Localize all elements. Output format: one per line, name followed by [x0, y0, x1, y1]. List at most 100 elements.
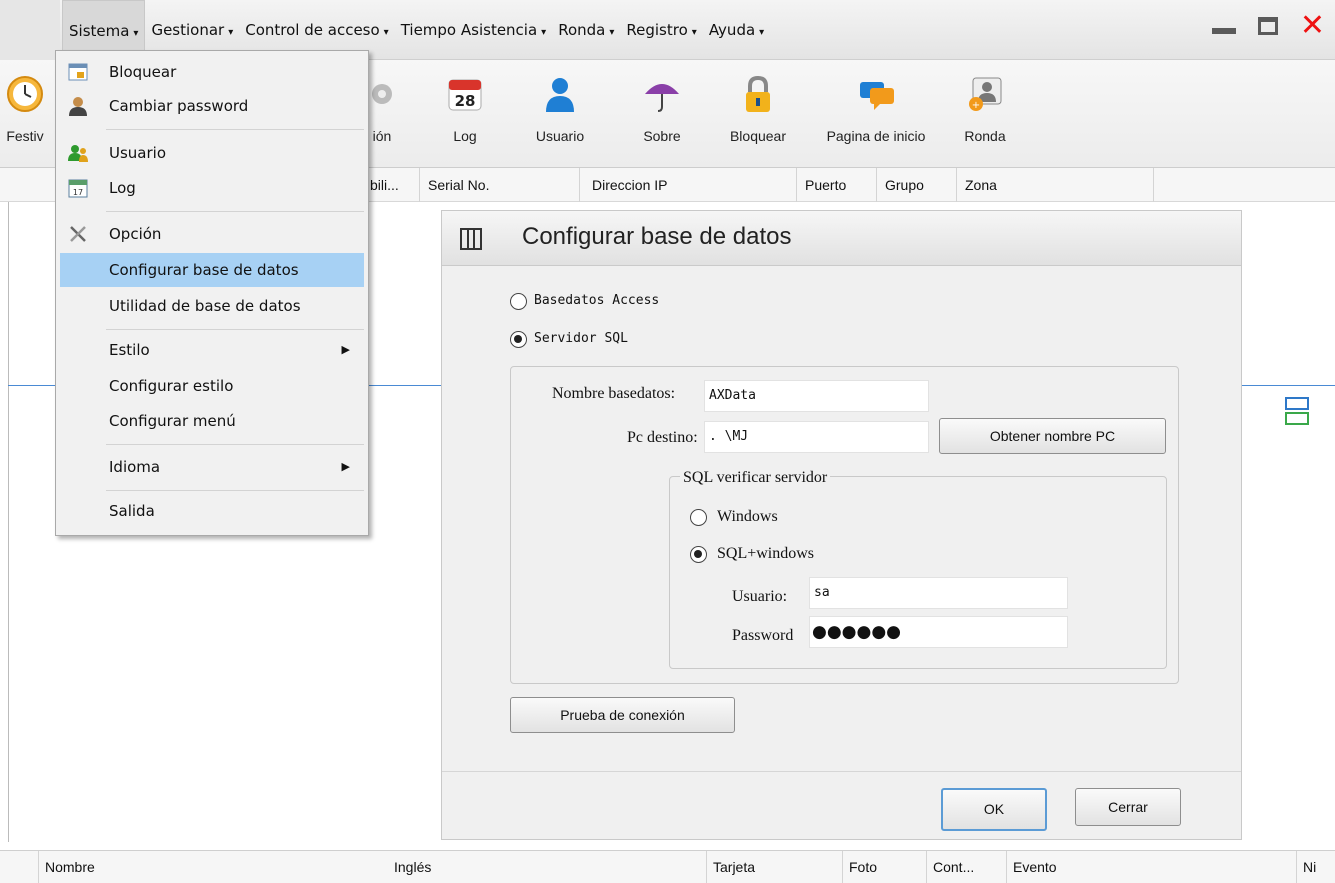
column-header-serial[interactable]: Serial No.	[420, 168, 580, 202]
toolbar-log-button[interactable]: 28 Log	[440, 74, 490, 144]
panel-splitter-right[interactable]	[1242, 385, 1335, 386]
svg-text:+: +	[972, 100, 980, 111]
menu-item-cambiar-password[interactable]: Cambiar password	[60, 89, 364, 123]
sql-verify-group-label: SQL verificar servidor	[680, 469, 831, 487]
toolbar-pagina-inicio-label: Pagina de inicio	[826, 128, 926, 144]
minimize-icon[interactable]	[1211, 28, 1236, 34]
column-header-ingles[interactable]: Inglés	[388, 851, 706, 883]
cerrar-button[interactable]: Cerrar	[1075, 788, 1181, 826]
clock-icon	[7, 76, 43, 112]
chevron-down-icon: ▾	[541, 27, 547, 38]
submenu-arrow-icon: ▶	[341, 460, 350, 473]
chevron-down-icon: ▾	[609, 27, 615, 38]
menu-item-configurar-base-datos-label: Configurar base de datos	[109, 261, 299, 279]
column-header-zona[interactable]: Zona	[957, 168, 1154, 202]
menu-item-bloquear-label: Bloquear	[109, 63, 177, 81]
lock-screen-icon	[68, 63, 88, 81]
chevron-down-icon: ▾	[133, 28, 139, 39]
menu-item-opcion-label: Opción	[109, 225, 162, 243]
radio-sql-windows-auth[interactable]	[690, 546, 707, 563]
dialog-footer-divider	[442, 771, 1241, 772]
usuario-label: Usuario:	[732, 588, 788, 605]
usuario-input[interactable]: sa	[809, 577, 1068, 609]
toolbar-festivo-label: Festiv	[6, 128, 44, 144]
dialog-titlebar[interactable]: Configurar base de datos	[442, 211, 1241, 266]
toolbar-pagina-inicio-button[interactable]: Pagina de inicio	[815, 74, 937, 144]
menu-control-acceso[interactable]: Control de acceso ▾	[239, 21, 394, 39]
test-connection-button[interactable]: Prueba de conexión	[510, 697, 735, 733]
database-config-dialog: Configurar base de datos Basedatos Acces…	[441, 210, 1242, 840]
column-header-nombre[interactable]: Nombre	[38, 851, 388, 883]
menu-item-idioma[interactable]: Idioma ▶	[60, 450, 364, 484]
password-label: Password	[732, 627, 794, 644]
menu-item-cambiar-password-label: Cambiar password	[109, 97, 249, 115]
column-header-ip[interactable]: Direccion IP	[580, 168, 797, 202]
password-input[interactable]: ●●●●●●	[809, 616, 1068, 648]
submenu-arrow-icon: ▶	[341, 343, 350, 356]
column-header-foto[interactable]: Foto	[842, 851, 926, 883]
menu-separator	[106, 129, 364, 130]
users-icon	[68, 145, 88, 162]
chevron-down-icon: ▾	[691, 27, 697, 38]
menu-item-estilo[interactable]: Estilo ▶	[60, 333, 364, 367]
toolbar-bloquear-label: Bloquear	[729, 128, 787, 144]
chevron-down-icon: ▾	[228, 27, 234, 38]
close-icon[interactable]: ✕	[1300, 11, 1325, 41]
column-header-habilitado[interactable]: bili...	[362, 168, 420, 202]
toolbar-festivo-button[interactable]: Festiv	[0, 74, 50, 144]
pc-destino-label: Pc destino:	[627, 429, 698, 446]
toolbar-usuario-button[interactable]: Usuario	[530, 74, 590, 144]
menu-item-configurar-estilo[interactable]: Configurar estilo	[60, 369, 364, 403]
door-icon	[460, 228, 482, 250]
radio-access-database[interactable]	[510, 293, 527, 310]
event-table-header: Nombre Inglés Tarjeta Foto Cont... Event…	[0, 850, 1335, 883]
radio-windows-auth[interactable]	[690, 509, 707, 526]
menu-item-log[interactable]: 17 Log	[60, 171, 364, 205]
menu-registro[interactable]: Registro ▾	[620, 21, 702, 39]
left-frame-divider	[8, 202, 9, 842]
column-header-tarjeta[interactable]: Tarjeta	[706, 851, 842, 883]
calendar-icon: 17	[68, 179, 88, 198]
ok-button[interactable]: OK	[941, 788, 1047, 831]
toolbar-sobre-label: Sobre	[643, 128, 681, 144]
radio-sql-server[interactable]	[510, 331, 527, 348]
menu-item-configurar-base-datos[interactable]: Configurar base de datos	[60, 253, 364, 287]
pc-destino-input[interactable]: . \MJ	[704, 421, 929, 453]
menu-item-opcion[interactable]: Opción	[60, 217, 364, 251]
menu-separator	[106, 329, 364, 330]
chevron-down-icon: ▾	[759, 27, 765, 38]
layout-toggle-icon[interactable]	[1285, 396, 1309, 426]
menu-item-log-label: Log	[109, 179, 136, 197]
maximize-icon[interactable]	[1257, 17, 1278, 35]
menu-gestionar[interactable]: Gestionar ▾	[145, 21, 239, 39]
menu-tiempo-asistencia[interactable]: Tiempo Asistencia ▾	[395, 21, 553, 39]
column-header-puerto[interactable]: Puerto	[797, 168, 877, 202]
toolbar-log-label: Log	[453, 128, 477, 144]
calendar-icon: 28	[448, 79, 482, 111]
get-pc-name-button[interactable]: Obtener nombre PC	[939, 418, 1166, 454]
menu-ayuda[interactable]: Ayuda ▾	[703, 21, 770, 39]
patrol-icon: +	[969, 77, 1002, 111]
menu-item-configurar-menu[interactable]: Configurar menú	[60, 404, 364, 438]
menu-ronda[interactable]: Ronda ▾	[552, 21, 620, 39]
menu-item-usuario[interactable]: Usuario	[60, 136, 364, 170]
column-header-grupo[interactable]: Grupo	[877, 168, 957, 202]
column-header-evento[interactable]: Evento	[1006, 851, 1296, 883]
toolbar-ronda-button[interactable]: + Ronda	[960, 74, 1010, 144]
column-header-cont[interactable]: Cont...	[926, 851, 1006, 883]
menu-item-configurar-estilo-label: Configurar estilo	[109, 377, 234, 395]
menu-item-utilidad-base-datos[interactable]: Utilidad de base de datos	[60, 289, 364, 323]
menu-separator	[106, 490, 364, 491]
user-icon	[546, 78, 574, 112]
toolbar-bloquear-button[interactable]: Bloquear	[722, 74, 794, 144]
dbname-input[interactable]: AXData	[704, 380, 929, 412]
menu-item-bloquear[interactable]: Bloquear	[60, 57, 364, 87]
chevron-down-icon: ▾	[383, 27, 389, 38]
dialog-title: Configurar base de datos	[522, 223, 792, 250]
chat-bubbles-icon	[860, 82, 894, 110]
column-header-nivel[interactable]: Ni	[1296, 851, 1335, 883]
menu-item-idioma-label: Idioma	[109, 458, 161, 476]
toolbar-ronda-label: Ronda	[964, 128, 1006, 144]
toolbar-sobre-button[interactable]: Sobre	[636, 74, 688, 144]
menu-item-salida[interactable]: Salida	[60, 494, 364, 528]
